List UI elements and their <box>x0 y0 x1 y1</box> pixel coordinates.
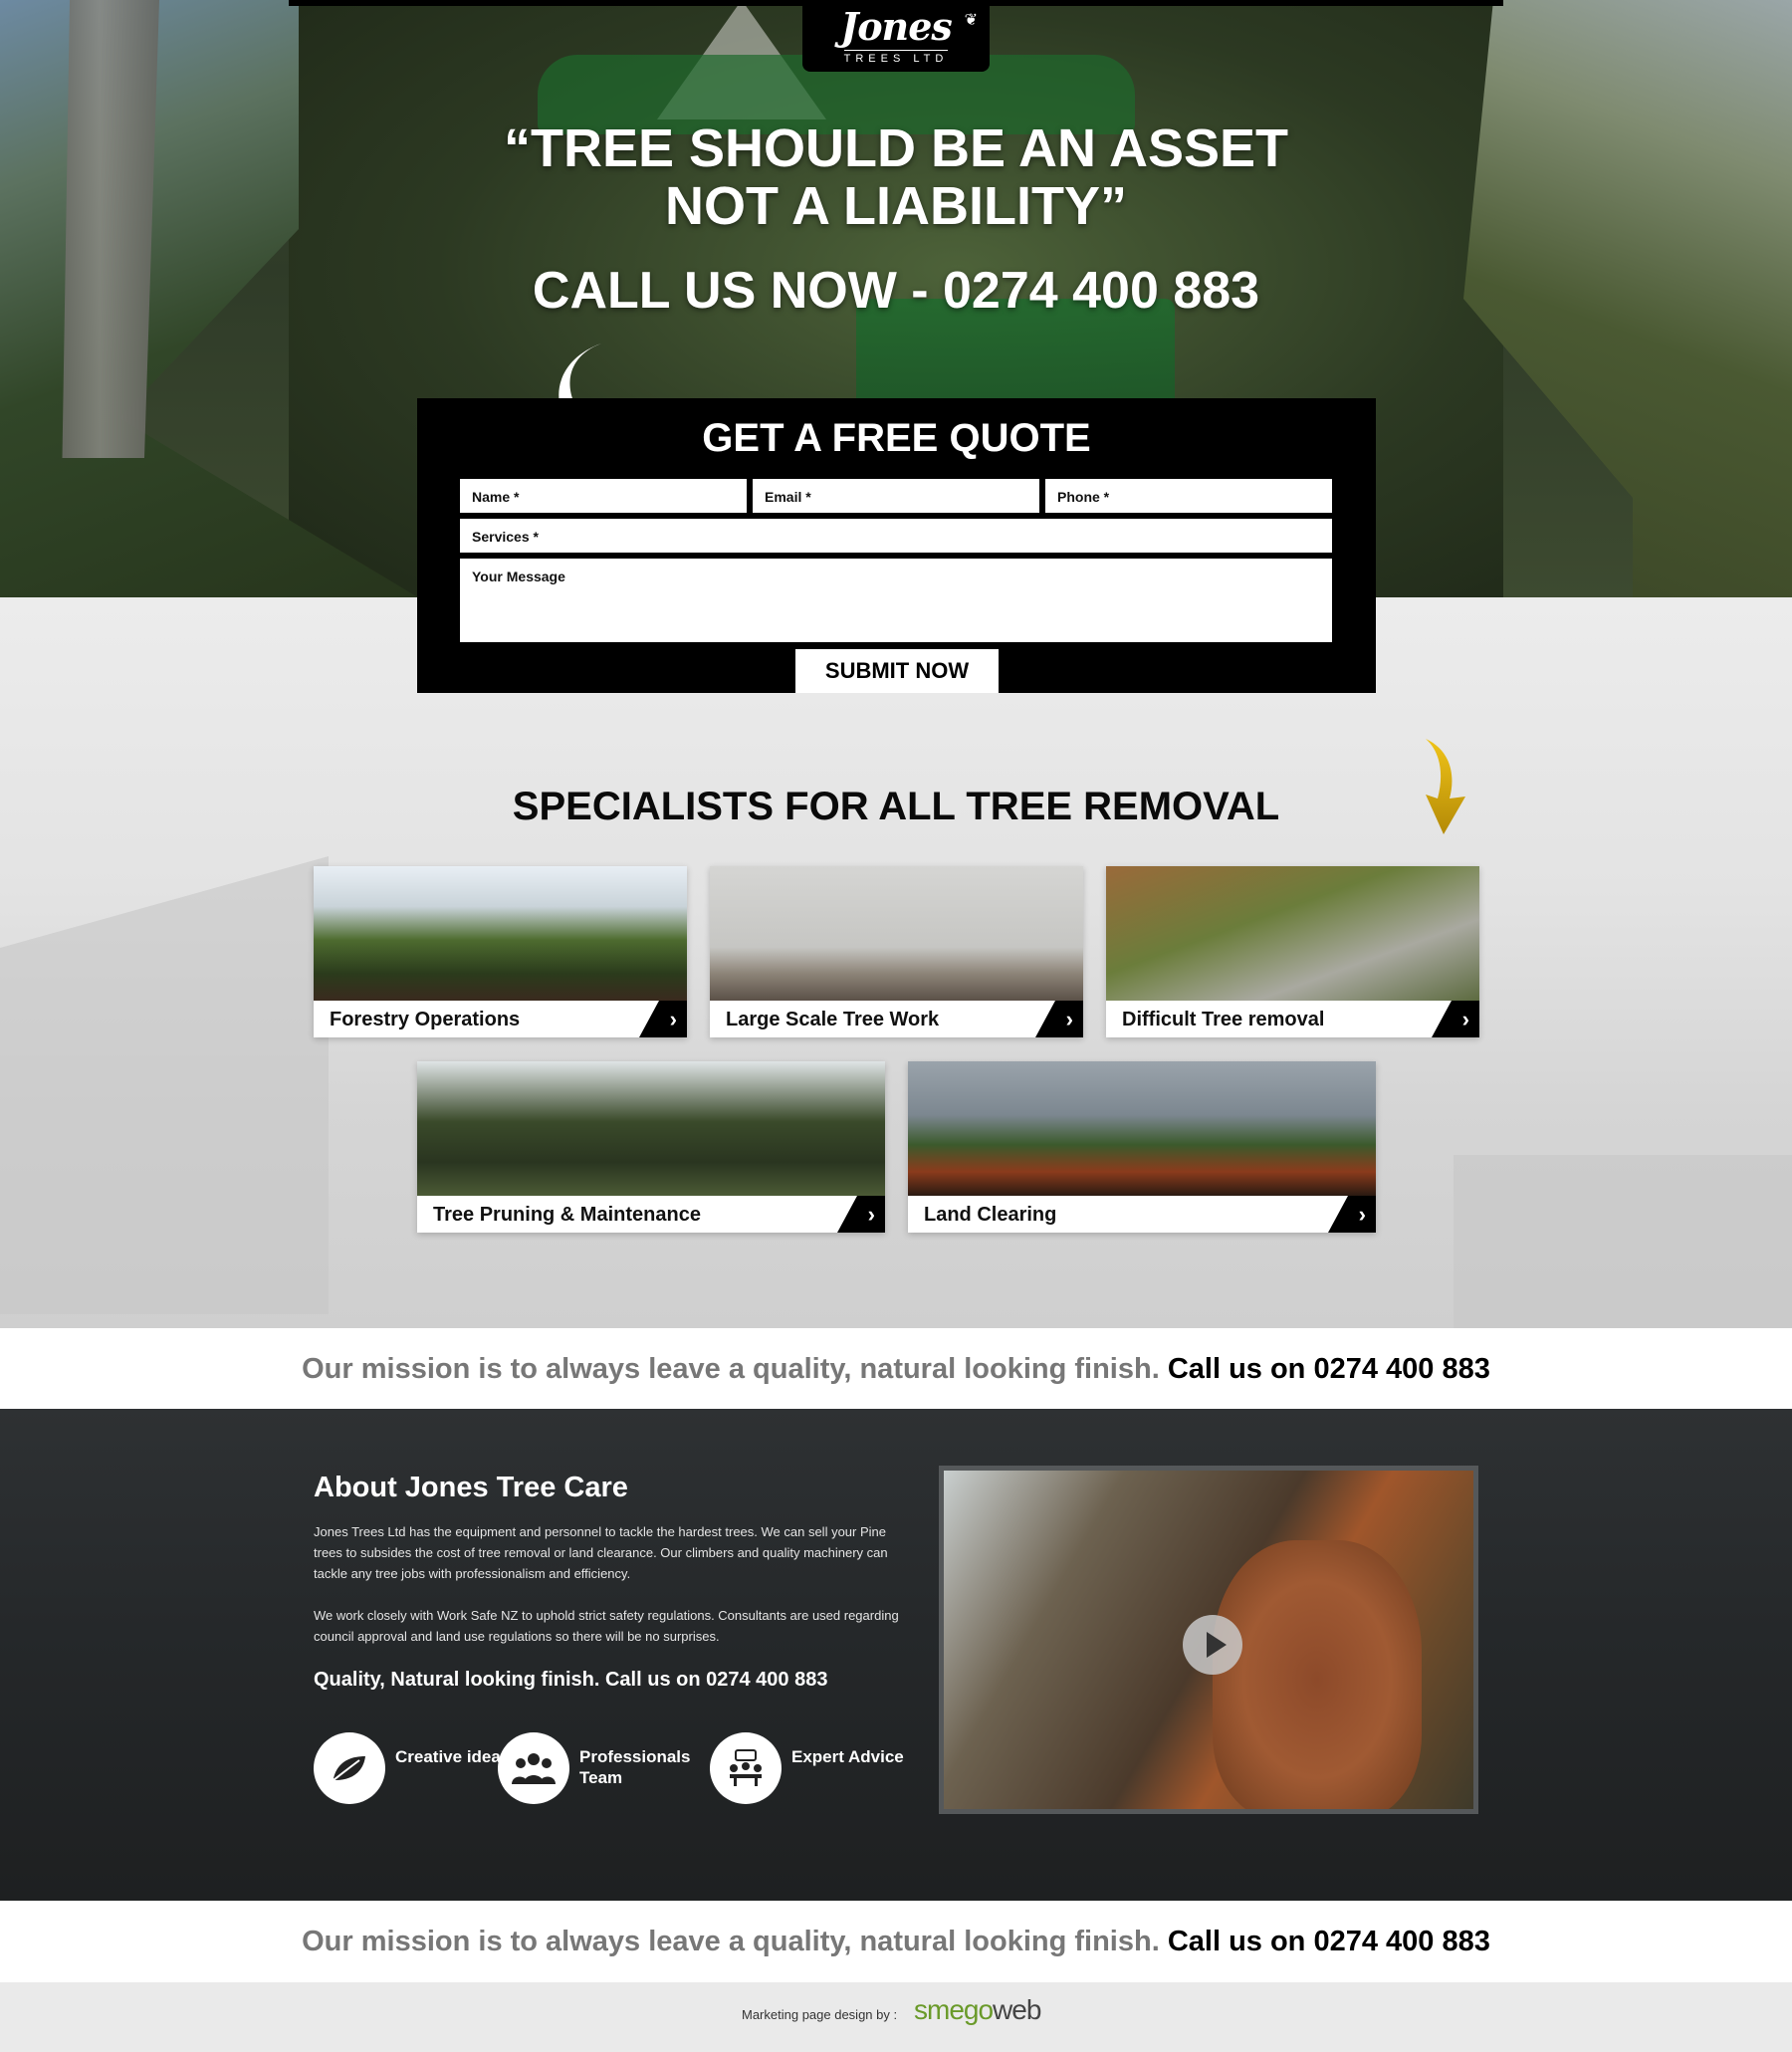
footer: Marketing page design by : smegoweb <box>0 1982 1792 2052</box>
leaf-icon: ❦ <box>964 12 978 29</box>
brand-sme: smego <box>914 1994 994 2025</box>
feature-label: Creative ideas <box>395 1747 511 1766</box>
logo-subtitle: TREES LTD <box>843 50 949 65</box>
hero-quote-line1: “TREE SHOULD BE AN ASSET <box>503 118 1289 178</box>
message-placeholder: Your Message <box>472 569 565 584</box>
mission-call[interactable]: Call us on 0274 400 883 <box>1168 1926 1490 1957</box>
video-player[interactable] <box>939 1466 1478 1814</box>
chevron-right-icon[interactable]: › <box>1432 1001 1479 1037</box>
arrow-down-gold-icon <box>1426 739 1465 834</box>
chevron-right-icon[interactable]: › <box>1035 1001 1083 1037</box>
footer-brand-logo[interactable]: smegoweb <box>914 1994 1041 2026</box>
service-card-land-clearing[interactable]: Land Clearing › <box>908 1061 1376 1233</box>
truck-shape-left <box>0 856 329 1314</box>
chevron-right-icon[interactable]: › <box>639 1001 687 1037</box>
phone-placeholder: Phone * <box>1057 489 1110 505</box>
service-card-large-scale[interactable]: Large Scale Tree Work › <box>710 866 1083 1037</box>
advice-icon <box>710 1732 782 1804</box>
brand-web: web <box>993 1994 1041 2025</box>
mission-text: Our mission is to always leave a quality… <box>302 1353 1160 1385</box>
services-select[interactable]: Services * <box>460 519 1332 553</box>
service-card-pruning[interactable]: Tree Pruning & Maintenance › <box>417 1061 885 1233</box>
submit-button[interactable]: SUBMIT NOW <box>795 649 999 693</box>
chevron-right-icon[interactable]: › <box>837 1196 885 1233</box>
large-scale-image <box>710 866 1083 1001</box>
land-clearing-image <box>908 1061 1376 1196</box>
footer-credit-text: Marketing page design by : <box>742 2007 898 2022</box>
email-input[interactable]: Email * <box>753 479 1039 513</box>
difficult-tree-image <box>1106 866 1479 1001</box>
card-label: Land Clearing <box>924 1204 1057 1226</box>
feature-label: Professionals Team <box>579 1747 691 1787</box>
feature-label: Expert Advice <box>791 1747 904 1766</box>
about-section <box>0 1409 1792 1901</box>
card-label: Difficult Tree removal <box>1122 1009 1325 1030</box>
name-placeholder: Name * <box>472 489 520 505</box>
service-card-forestry[interactable]: Forestry Operations › <box>314 866 687 1037</box>
name-input[interactable]: Name * <box>460 479 747 513</box>
card-label: Large Scale Tree Work <box>726 1009 940 1030</box>
email-placeholder: Email * <box>765 489 811 505</box>
hero-quote: “TREE SHOULD BE AN ASSET NOT A LIABILITY… <box>0 119 1792 235</box>
chevron-right-icon[interactable]: › <box>1328 1196 1376 1233</box>
mission-bar: Our mission is to always leave a quality… <box>0 1328 1792 1410</box>
about-cta: Quality, Natural looking finish. Call us… <box>314 1669 828 1691</box>
team-icon <box>498 1732 569 1804</box>
specialists-title: SPECIALISTS FOR ALL TREE REMOVAL <box>512 785 1280 828</box>
services-placeholder: Services * <box>472 529 539 545</box>
play-icon[interactable] <box>1183 1615 1242 1675</box>
about-paragraph-2: We work closely with Work Safe NZ to uph… <box>314 1608 899 1644</box>
pruning-image <box>417 1061 885 1196</box>
mission-call[interactable]: Call us on 0274 400 883 <box>1168 1353 1490 1385</box>
mission-bar-bottom: Our mission is to always leave a quality… <box>0 1901 1792 1982</box>
mission-text: Our mission is to always leave a quality… <box>302 1926 1160 1957</box>
forestry-image <box>314 866 687 1001</box>
about-title: About Jones Tree Care <box>314 1472 628 1503</box>
hero-call-text[interactable]: CALL US NOW - 0274 400 883 <box>0 261 1792 321</box>
hero-quote-line2: NOT A LIABILITY” <box>665 176 1127 236</box>
message-textarea[interactable]: Your Message <box>460 559 1332 642</box>
logo-name: Jones <box>840 4 953 49</box>
service-card-difficult[interactable]: Difficult Tree removal › <box>1106 866 1479 1037</box>
truck-shape-right <box>1454 1155 1792 1328</box>
quote-form: GET A FREE QUOTE Name * Email * Phone * … <box>417 398 1376 693</box>
site-logo[interactable]: Jones TREES LTD ❦ <box>802 0 990 72</box>
phone-input[interactable]: Phone * <box>1045 479 1332 513</box>
quote-form-title: GET A FREE QUOTE <box>702 416 1091 460</box>
card-label: Forestry Operations <box>330 1009 521 1030</box>
video-thumbnail-log <box>1213 1540 1422 1809</box>
leaf-icon <box>314 1732 385 1804</box>
about-paragraph-1: Jones Trees Ltd has the equipment and pe… <box>314 1524 888 1581</box>
card-label: Tree Pruning & Maintenance <box>433 1204 701 1226</box>
